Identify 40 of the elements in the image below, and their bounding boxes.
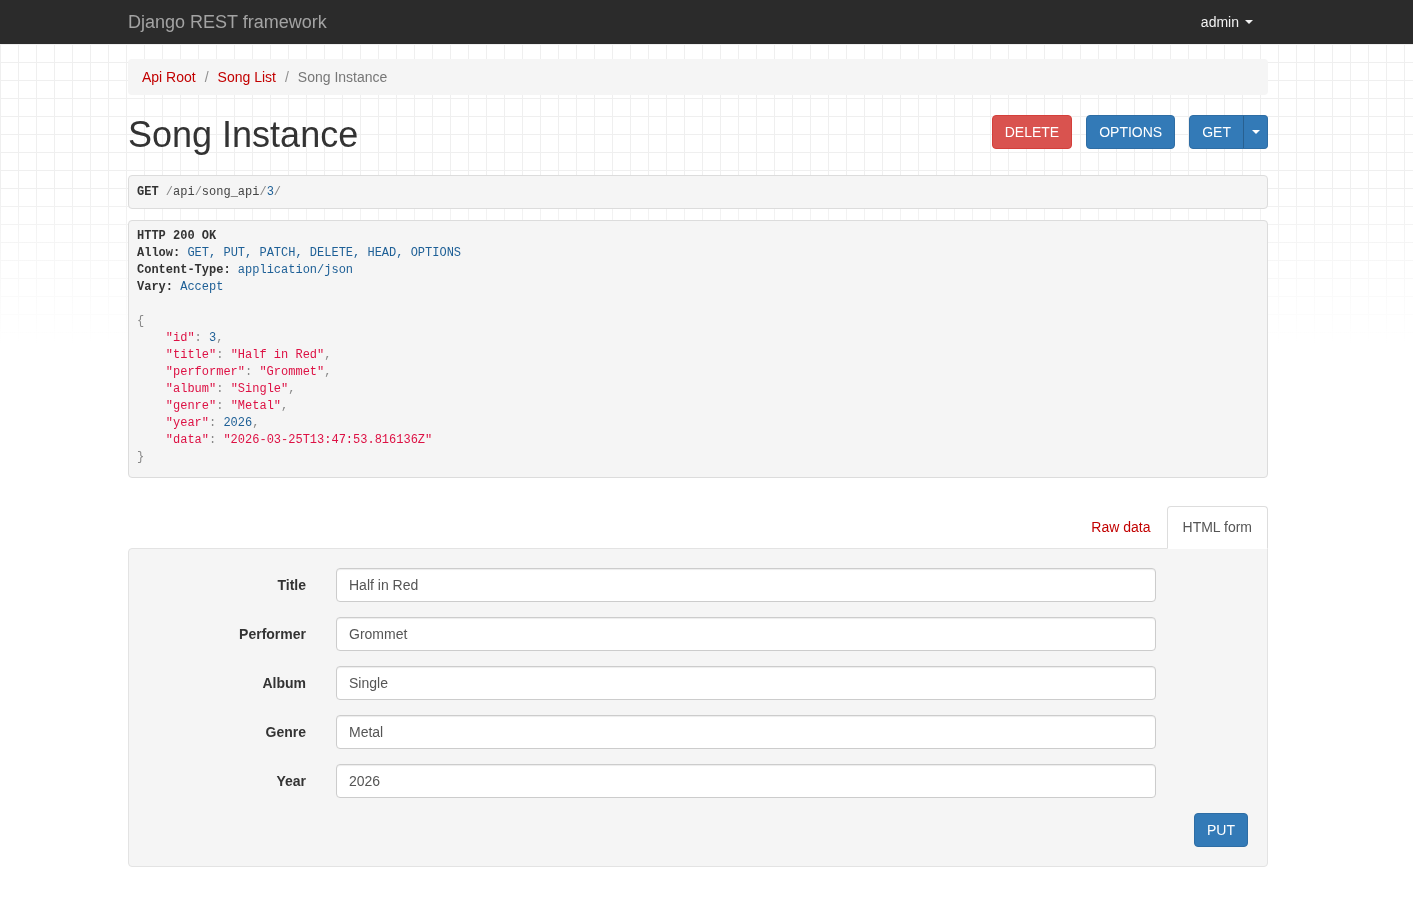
put-button[interactable]: PUT — [1194, 813, 1248, 847]
status-line: HTTP 200 OK — [137, 228, 217, 245]
get-button[interactable]: GET — [1189, 115, 1244, 149]
text-input[interactable]: Single — [336, 666, 1156, 700]
brand-link[interactable]: Django REST framework — [128, 12, 327, 32]
json-line: "title": "Half in Red", — [165, 347, 332, 364]
field-label: Performer — [239, 625, 306, 644]
field-label: Genre — [265, 723, 306, 742]
page-title: Song Instance — [128, 115, 359, 155]
tab[interactable]: HTML form — [1166, 506, 1268, 549]
text-input[interactable]: Metal — [336, 715, 1156, 749]
breadcrumb-link[interactable]: Api Root — [142, 67, 196, 87]
breadcrumb-link[interactable]: Song List — [217, 67, 276, 87]
text-input[interactable]: Grommet — [336, 617, 1156, 651]
user-menu-link[interactable]: admin — [1185, 12, 1268, 32]
breadcrumb-current: Song Instance — [297, 68, 388, 87]
text-input[interactable]: 2026 — [336, 764, 1156, 798]
response-header: Vary: Accept — [137, 279, 224, 296]
breadcrumb-separator: / — [204, 68, 209, 87]
caret-icon — [1251, 130, 1260, 134]
text-input[interactable]: Half in Red — [336, 568, 1156, 602]
breadcrumb-separator: / — [284, 68, 289, 87]
json-line: "album": "Single", — [165, 381, 296, 398]
tab[interactable]: Raw data — [1075, 506, 1167, 548]
response-header: Allow: GET, PUT, PATCH, DELETE, HEAD, OPTIONS — [137, 245, 462, 262]
json-line: "genre": "Metal", — [165, 398, 289, 415]
field-label: Title — [277, 576, 306, 595]
json-line: "year": 2026, — [165, 415, 260, 432]
delete-button[interactable]: DELETE — [991, 115, 1073, 149]
response-header: Content-Type: application/json — [137, 262, 354, 279]
json-line: "id": 3, — [165, 330, 224, 347]
json-brace: } — [137, 449, 145, 466]
json-brace: { — [137, 313, 145, 330]
options-button[interactable]: OPTIONS — [1086, 115, 1176, 149]
dropdown-toggle[interactable] — [1243, 115, 1268, 149]
json-line: "data": "2026-03-25T13:47:53.816136Z" — [165, 432, 433, 449]
field-label: Year — [276, 772, 306, 791]
field-label: Album — [262, 674, 306, 693]
caret-icon — [1245, 20, 1253, 24]
json-line: "performer": "Grommet", — [165, 364, 332, 381]
